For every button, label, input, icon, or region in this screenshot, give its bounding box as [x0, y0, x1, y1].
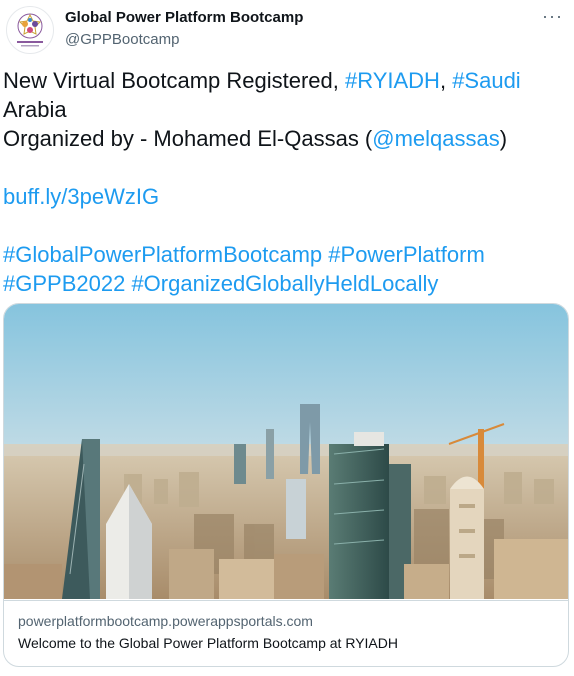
text-line-5: #GlobalPowerPlatformBootcamp #PowerPlatf…: [3, 240, 563, 269]
text-segment: ,: [439, 68, 453, 93]
more-options-button[interactable]: ···: [542, 6, 563, 27]
card-footer[interactable]: powerplatformbootcamp.powerappsportals.c…: [4, 600, 568, 666]
handle[interactable]: @GPPBootcamp: [65, 30, 303, 50]
text-segment: New Virtual Bootcamp Registered,: [3, 68, 345, 93]
tweet: Global Power Platform Bootcamp @GPPBootc…: [0, 0, 574, 676]
hashtag-ryiadh-link[interactable]: #RYIADH: [345, 68, 440, 93]
text-line-2: Arabia: [3, 95, 563, 124]
hashtag-organized-link[interactable]: #OrganizedGloballyHeldLocally: [131, 271, 438, 296]
display-name[interactable]: Global Power Platform Bootcamp: [65, 8, 303, 28]
hashtag-powerplatform-link[interactable]: #PowerPlatform: [328, 242, 485, 267]
hashtag-saudi-continued-link[interactable]: Arabia: [3, 97, 67, 122]
text-line-6: #GPPB2022 #OrganizedGloballyHeldLocally: [3, 269, 563, 298]
author-info: Global Power Platform Bootcamp @GPPBootc…: [65, 8, 303, 50]
short-link[interactable]: buff.ly/3peWzIG: [3, 184, 159, 209]
text-line-1: New Virtual Bootcamp Registered, #RYIADH…: [3, 66, 563, 95]
link-card[interactable]: powerplatformbootcamp.powerappsportals.c…: [3, 303, 569, 667]
text-line-3: Organized by - Mohamed El-Qassas (@melqa…: [3, 124, 563, 153]
hashtag-saudi-link[interactable]: #Saudi: [452, 68, 521, 93]
mention-link[interactable]: @melqassas: [372, 126, 500, 151]
text-segment: Organized by - Mohamed El-Qassas (: [3, 126, 373, 151]
text-line-4: buff.ly/3peWzIG: [3, 182, 563, 211]
hashtag-gppb-link[interactable]: #GlobalPowerPlatformBootcamp: [3, 242, 322, 267]
riyadh-skyline-image: [4, 304, 568, 599]
text-segment: ): [499, 126, 508, 151]
avatar[interactable]: [6, 6, 54, 54]
card-domain: powerplatformbootcamp.powerappsportals.c…: [18, 613, 313, 629]
tweet-header: Global Power Platform Bootcamp @GPPBootc…: [3, 4, 571, 56]
gppb-logo-icon: [17, 13, 43, 47]
hashtag-gppb2022-link[interactable]: #GPPB2022: [3, 271, 125, 296]
card-title: Welcome to the Global Power Platform Boo…: [18, 635, 398, 651]
tweet-text: New Virtual Bootcamp Registered, #RYIADH…: [3, 66, 563, 298]
card-image[interactable]: [4, 304, 568, 599]
